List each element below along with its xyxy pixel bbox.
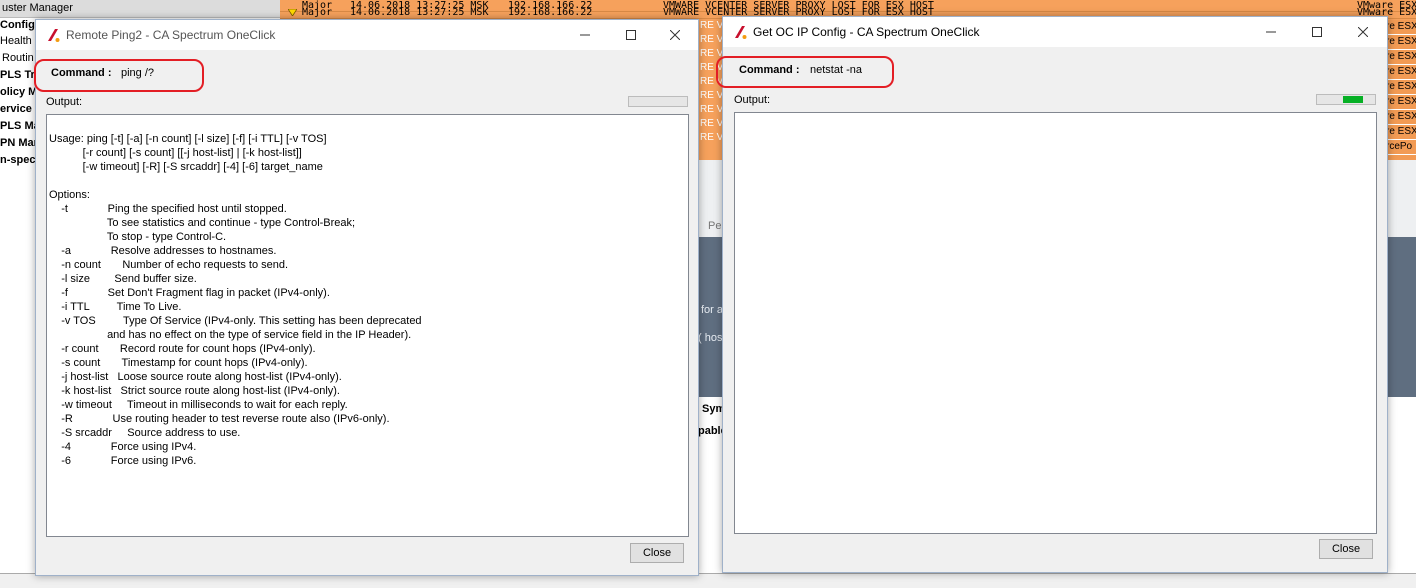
minimize-icon — [580, 34, 590, 36]
command-value: netstat -na — [810, 64, 862, 76]
tree-item[interactable]: ervice — [0, 101, 32, 118]
alarm-cell: re ESX — [1384, 35, 1416, 50]
close-button[interactable]: Close — [1319, 539, 1373, 559]
command-label: Command : — [51, 67, 112, 79]
ping-dialog-titlebar[interactable]: Remote Ping2 - CA Spectrum OneClick — [36, 20, 698, 50]
minimize-button[interactable] — [1248, 17, 1294, 47]
details-text: for a — [701, 304, 724, 316]
minimize-button[interactable] — [562, 20, 608, 50]
output-label: Output: — [46, 96, 83, 108]
maximize-button[interactable] — [608, 20, 654, 50]
ca-app-icon — [48, 29, 60, 42]
alarm-ip: 192.168.166.22 — [508, 7, 593, 18]
ping-dialog: Remote Ping2 - CA Spectrum OneClick Comm… — [34, 19, 699, 576]
netstat-dialog-titlebar[interactable]: Get OC IP Config - CA Spectrum OneClick — [723, 17, 1387, 47]
close-icon — [669, 29, 681, 41]
command-value: ping /? — [121, 67, 155, 79]
tree-item[interactable]: olicy M — [0, 84, 37, 101]
output-textarea[interactable] — [734, 112, 1377, 534]
ca-app-icon — [735, 26, 747, 39]
alarm-model-column: re ESX re ESX re ESX re ESX re ESX re ES… — [1384, 20, 1416, 160]
alarm-cell: re ESX — [1384, 50, 1416, 65]
output-text: Usage: ping [-t] [-a] [-n count] [-l siz… — [49, 133, 422, 467]
maximize-button[interactable] — [1294, 17, 1340, 47]
tree-item[interactable]: uster Manager — [2, 0, 73, 17]
alarm-cell: re ESX — [1384, 65, 1416, 80]
alarm-cell: re ESX — [1384, 110, 1416, 125]
alarm-cell: re ESX — [1384, 20, 1416, 35]
close-window-button[interactable] — [1340, 17, 1386, 47]
command-label: Command : — [739, 64, 800, 76]
alarm-cell: re ESX — [1384, 95, 1416, 110]
close-icon — [1357, 26, 1369, 38]
warning-triangle-icon — [288, 9, 297, 16]
maximize-icon — [1312, 27, 1322, 37]
progress-bar — [628, 96, 688, 107]
alarm-severity: Major — [302, 7, 333, 18]
ping-dialog-title: Remote Ping2 - CA Spectrum OneClick — [66, 28, 276, 42]
alarm-cell: rcePo — [1384, 140, 1416, 155]
progress-bar — [1316, 94, 1376, 105]
maximize-icon — [626, 30, 636, 40]
tree-item[interactable]: n-spect — [0, 152, 39, 169]
alarm-date: 14.06.2018 13:27:25 MSK — [350, 7, 489, 18]
tree-item[interactable]: Routin — [2, 50, 34, 67]
close-button[interactable]: Close — [630, 543, 684, 563]
netstat-dialog: Get OC IP Config - CA Spectrum OneClick … — [716, 16, 1388, 573]
output-textarea[interactable]: Usage: ping [-t] [-a] [-n count] [-l siz… — [46, 114, 689, 537]
progress-fill — [1343, 96, 1363, 103]
netstat-dialog-title: Get OC IP Config - CA Spectrum OneClick — [753, 25, 980, 39]
close-window-button[interactable] — [652, 20, 698, 50]
output-label: Output: — [734, 94, 771, 106]
alarm-cell: re ESX — [1384, 125, 1416, 140]
alarm-cell: re ESX — [1384, 80, 1416, 95]
minimize-icon — [1266, 31, 1276, 33]
